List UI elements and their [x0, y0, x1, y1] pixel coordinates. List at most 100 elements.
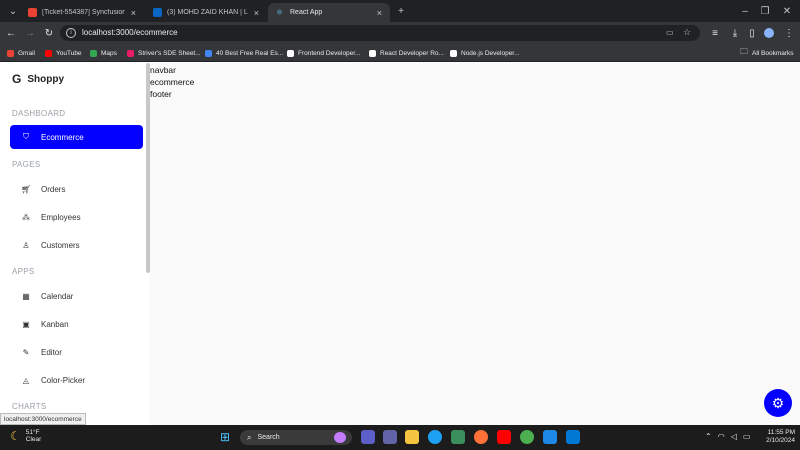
bookmark-label: 40 Best Free Real Es... — [216, 49, 284, 57]
site-info-icon[interactable]: i — [66, 28, 76, 38]
sidebar-item-label: Kanban — [41, 319, 69, 329]
bookmark-label: Gmail — [18, 49, 35, 57]
tab-react-app[interactable]: ⚛ React App × — [268, 3, 390, 22]
edge-icon[interactable] — [428, 430, 442, 444]
sidebar-item-label: Ecommerce — [41, 132, 84, 142]
taskbar-search[interactable]: ⌕ Search — [240, 430, 352, 445]
tab-syncfusion-ticket[interactable]: [Ticket-554387] Syncfusion Con × — [20, 3, 144, 22]
moon-icon: ☾ — [10, 429, 21, 443]
close-window-icon[interactable]: ✕ — [780, 4, 794, 18]
file-explorer-icon[interactable] — [405, 430, 419, 444]
firefox-icon[interactable] — [474, 430, 488, 444]
close-tab-icon[interactable]: × — [254, 8, 259, 18]
battery-icon[interactable]: ▭ — [743, 432, 751, 441]
roadmap-icon — [369, 49, 376, 57]
bookmark-real-estate[interactable]: 40 Best Free Real Es... — [205, 47, 283, 59]
bookmark-striver[interactable]: Striver's SDE Sheet... — [127, 47, 201, 59]
shopware-logo-icon: G — [12, 72, 22, 86]
wifi-icon[interactable]: ◠ — [718, 432, 725, 441]
sidebar-item-kanban[interactable]: ▣ Kanban — [10, 312, 143, 336]
ecommerce-placeholder: ecommerce — [150, 77, 195, 87]
bookmark-gmail[interactable]: Gmail — [7, 47, 35, 59]
bookmark-label: Node.js Developer... — [461, 49, 520, 57]
browser-tab-strip: ⌄ [Ticket-554387] Syncfusion Con × (3) M… — [0, 0, 800, 22]
copilot-icon — [334, 432, 346, 443]
bookmark-maps[interactable]: Maps — [90, 47, 117, 59]
minimize-icon[interactable]: – — [738, 4, 752, 18]
forward-icon[interactable]: → — [23, 26, 37, 40]
url-text[interactable]: localhost:3000/ecommerce — [82, 28, 178, 37]
sidebar-item-employees[interactable]: ⁂ Employees — [10, 205, 143, 229]
windows-start-icon[interactable]: ⊞ — [220, 430, 234, 444]
bookmark-label: Maps — [101, 49, 117, 57]
sidebar-item-label: Customers — [41, 240, 80, 250]
browser-toolbar: ← → ↻ i localhost:3000/ecommerce ▭ ☆ ≡ ⤓… — [0, 22, 800, 44]
back-icon[interactable]: ← — [4, 26, 18, 40]
sidebar-item-label: Editor — [41, 347, 62, 357]
roadmap-icon — [287, 49, 294, 57]
taskbar-clock[interactable]: 11:55 PM 2/10/2024 — [757, 429, 795, 445]
sidebar-item-label: Calendar — [41, 291, 74, 301]
weather-temp: 51°F — [25, 429, 40, 436]
folder-icon: 🗀 — [740, 47, 748, 56]
clock-time: 11:55 PM — [767, 429, 795, 436]
cast-icon[interactable]: ▭ — [666, 28, 674, 37]
weather-desc: Clear — [25, 436, 42, 443]
bookmark-star-icon[interactable]: ☆ — [683, 27, 691, 38]
sidebar-item-editor[interactable]: ✎ Editor — [10, 340, 143, 364]
bookmark-frontend[interactable]: Frontend Developer... — [287, 47, 361, 59]
calendar-icon: ▦ — [22, 291, 30, 301]
people-icon: ⁂ — [22, 212, 30, 222]
maximize-icon[interactable]: ❐ — [758, 4, 772, 18]
extensions-icon[interactable]: ≡ — [708, 26, 722, 40]
dropper-icon: ◬ — [22, 375, 30, 385]
bookmark-label: Frontend Developer... — [298, 49, 361, 57]
footer-placeholder: footer — [150, 89, 172, 99]
sidebar-item-label: Employees — [41, 212, 81, 222]
side-panel-icon[interactable]: ▯ — [745, 26, 759, 40]
bookmark-youtube[interactable]: YouTube — [45, 47, 82, 59]
download-icon[interactable]: ⤓ — [728, 26, 742, 40]
tab-search-icon[interactable]: ⌄ — [6, 4, 20, 18]
sidebar-item-label: Color-Picker — [41, 375, 86, 385]
real-estate-icon — [205, 49, 212, 57]
maps-icon — [90, 49, 97, 57]
chrome-icon[interactable] — [520, 430, 534, 444]
reload-icon[interactable]: ↻ — [42, 26, 56, 40]
teams-icon[interactable] — [383, 430, 397, 444]
weather-widget[interactable]: ☾ 51°F Clear — [10, 429, 41, 443]
bookmark-node[interactable]: Node.js Developer... — [450, 47, 520, 59]
all-bookmarks[interactable]: 🗀 All Bookmarks — [740, 47, 794, 59]
photos-icon[interactable] — [543, 430, 557, 444]
gear-icon: ⚙ — [771, 394, 785, 411]
sidebar-item-orders[interactable]: 🛒︎ Orders — [10, 177, 143, 201]
task-view-icon[interactable] — [361, 430, 375, 444]
tab-linkedin[interactable]: (3) MOHD ZAID KHAN | LinkedI × — [145, 3, 267, 22]
vscode-icon[interactable] — [566, 430, 580, 444]
new-tab-button[interactable]: + — [394, 4, 408, 18]
section-dashboard: DASHBOARD — [12, 109, 66, 118]
sidebar-item-customers[interactable]: ♙ Customers — [10, 233, 143, 257]
bookmarks-bar: Gmail YouTube Maps Striver's SDE Sheet..… — [0, 44, 800, 62]
close-tab-icon[interactable]: × — [131, 8, 136, 18]
react-favicon-icon: ⚛ — [276, 8, 284, 17]
system-tray: ⌃ ◠ ◁ ▭ — [705, 432, 750, 441]
clock-date: 2/10/2024 — [766, 437, 795, 444]
sidebar-item-calendar[interactable]: ▦ Calendar — [10, 284, 143, 308]
sidebar-item-ecommerce[interactable]: ⛉ Ecommerce — [10, 125, 143, 149]
gmail-icon — [7, 49, 14, 57]
sidebar-item-color-picker[interactable]: ◬ Color-Picker — [10, 368, 143, 392]
kanban-icon: ▣ — [22, 319, 30, 329]
youtube-app-icon[interactable] — [497, 430, 511, 444]
chevron-up-icon[interactable]: ⌃ — [705, 432, 712, 441]
bookmark-react[interactable]: React Developer Ro... — [369, 47, 444, 59]
volume-icon[interactable]: ◁ — [731, 432, 737, 441]
app-logo[interactable]: G Shoppy — [12, 72, 64, 86]
close-tab-icon[interactable]: × — [377, 8, 382, 18]
more-menu-icon[interactable]: ⋮ — [782, 26, 796, 40]
settings-button[interactable]: ⚙ — [764, 389, 792, 417]
bookmark-label: YouTube — [56, 49, 82, 57]
profile-avatar[interactable] — [762, 26, 776, 40]
address-bar[interactable]: i localhost:3000/ecommerce ▭ ☆ — [60, 25, 700, 41]
store-icon[interactable] — [451, 430, 465, 444]
